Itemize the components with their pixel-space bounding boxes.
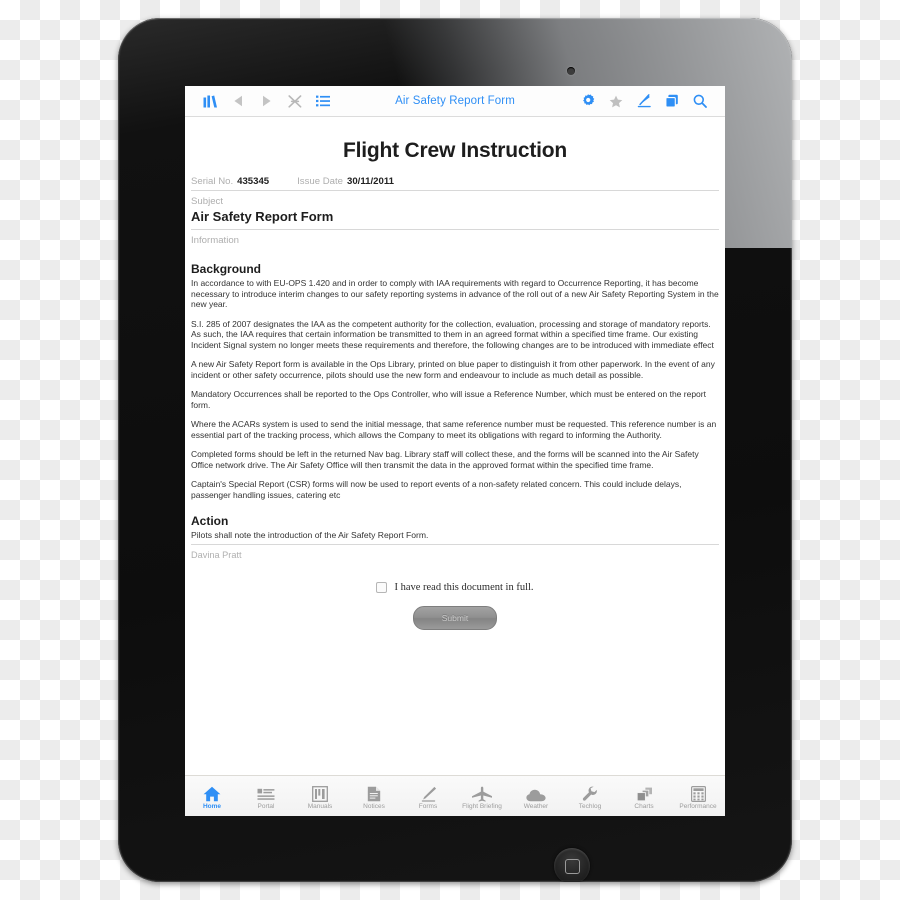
tab-label: Forms — [418, 802, 438, 810]
copy-pages-icon[interactable] — [659, 90, 684, 112]
subject-value: Air Safety Report Form — [191, 209, 719, 230]
star-icon[interactable] — [603, 90, 628, 112]
list-icon[interactable] — [310, 90, 335, 112]
background-paragraph: Where the ACARs system is used to send t… — [191, 419, 717, 440]
consent-checkbox[interactable] — [376, 582, 388, 593]
toolbar-left-group — [198, 90, 335, 112]
tab-portal[interactable]: Portal — [239, 776, 293, 816]
home-icon — [203, 783, 221, 802]
author-signature: Davina Pratt — [191, 550, 242, 560]
notices-icon — [367, 783, 381, 802]
tab-label: Portal — [257, 802, 275, 810]
page-title: Flight Crew Instruction — [342, 139, 568, 162]
tab-label: Flight Briefing — [462, 802, 502, 810]
airplane-icon[interactable] — [282, 90, 307, 112]
library-icon[interactable] — [198, 90, 223, 112]
tab-label: Performance — [679, 802, 717, 810]
forms-pen-icon — [420, 783, 437, 802]
tab-performance[interactable]: Performance — [671, 776, 725, 816]
gear-icon[interactable] — [575, 90, 600, 112]
bottom-tab-bar: Home Portal Manuals Notices Forms Flight… — [185, 775, 725, 816]
app-toolbar: Air Safety Report Form — [185, 86, 725, 117]
home-button[interactable] — [554, 848, 590, 882]
search-icon[interactable] — [687, 90, 712, 112]
background-paragraph: In accordance to with EU-OPS 1.420 and i… — [191, 278, 719, 309]
tab-techlog[interactable]: Techlog — [563, 776, 617, 816]
tab-weather[interactable]: Weather — [509, 776, 563, 816]
background-paragraph: Mandatory Occurrences shall be reported … — [191, 389, 706, 410]
portal-icon — [257, 783, 275, 802]
document-scroll-area[interactable]: Flight Crew Instruction Serial No. 43534… — [185, 117, 725, 775]
forward-arrow-icon[interactable] — [254, 90, 279, 112]
issue-date-label: Issue Date — [297, 176, 344, 187]
tab-forms[interactable]: Forms — [401, 776, 455, 816]
submit-button[interactable]: Submit — [413, 606, 497, 630]
tab-flight-briefing[interactable]: Flight Briefing — [455, 776, 509, 816]
tab-label: Home — [202, 802, 222, 810]
pen-icon[interactable] — [631, 90, 656, 112]
tab-manuals[interactable]: Manuals — [293, 776, 347, 816]
serial-label: Serial No. — [191, 176, 234, 187]
background-paragraph: Completed forms should be left in the re… — [191, 449, 699, 470]
consent-label: I have read this document in full. — [394, 582, 534, 593]
toolbar-right-group — [575, 90, 712, 112]
background-heading: Background — [191, 262, 262, 276]
tab-charts[interactable]: Charts — [617, 776, 671, 816]
tab-label: Techlog — [578, 802, 602, 810]
serial-value: 435345 — [237, 176, 270, 187]
tab-label: Notices — [363, 802, 385, 810]
calculator-icon — [690, 783, 706, 802]
action-heading: Action — [191, 514, 229, 528]
charts-stack-icon — [636, 783, 653, 802]
tab-home[interactable]: Home — [185, 776, 239, 816]
tab-label: Weather — [523, 802, 549, 810]
back-arrow-icon[interactable] — [226, 90, 251, 112]
front-camera — [567, 67, 575, 75]
consent-row: I have read this document in full. — [191, 582, 719, 593]
background-paragraph: A new Air Safety Report form is availabl… — [191, 359, 715, 380]
tab-notices[interactable]: Notices — [347, 776, 401, 816]
document-meta-row: Serial No. 435345 Issue Date 30/11/2011 — [191, 176, 719, 191]
toolbar-title: Air Safety Report Form — [395, 95, 515, 107]
tablet-device: Air Safety Report Form Flight Crew Instr… — [118, 18, 792, 882]
home-button-glyph — [564, 858, 580, 874]
cloud-icon — [526, 783, 546, 802]
tablet-screen: Air Safety Report Form Flight Crew Instr… — [185, 86, 725, 816]
subject-label: Subject — [191, 196, 223, 207]
tab-label: Manuals — [307, 802, 333, 810]
information-label: Information — [191, 235, 239, 246]
background-paragraph: Captain's Special Report (CSR) forms wil… — [191, 479, 682, 500]
issue-date-value: 30/11/2011 — [347, 176, 394, 187]
wrench-icon — [582, 783, 598, 802]
manuals-icon — [312, 783, 328, 802]
airplane-icon — [472, 783, 492, 802]
tab-label: Charts — [634, 802, 654, 810]
action-text: Pilots shall note the introduction of th… — [191, 530, 719, 545]
submit-row: Submit — [191, 606, 719, 630]
background-paragraph: S.I. 285 of 2007 designates the IAA as t… — [191, 318, 714, 350]
